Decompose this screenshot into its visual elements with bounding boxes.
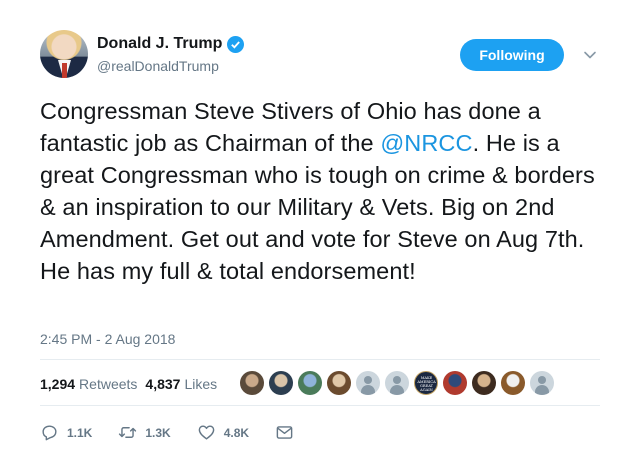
author-display-name[interactable]: Donald J. Trump bbox=[97, 35, 222, 53]
liker-avatar[interactable]: MAKE AMERICA GREAT AGAIN bbox=[414, 371, 438, 395]
retweet-icon bbox=[119, 427, 137, 438]
tweet-timestamp[interactable]: 2:45 PM - 2 Aug 2018 bbox=[40, 331, 175, 347]
liker-avatar[interactable] bbox=[501, 371, 525, 395]
tweet-text: Congressman Steve Stivers of Ohio has do… bbox=[40, 95, 615, 287]
liker-avatar[interactable] bbox=[472, 371, 496, 395]
divider bbox=[40, 405, 600, 406]
author-name-row: Donald J. Trump bbox=[97, 35, 245, 53]
author-avatar[interactable] bbox=[40, 30, 88, 78]
mention-link-nrcc[interactable]: @NRCC bbox=[380, 130, 472, 156]
heart-icon bbox=[198, 425, 215, 440]
chevron-down-icon[interactable] bbox=[583, 48, 597, 62]
following-button[interactable]: Following bbox=[460, 39, 564, 71]
reply-count: 1.1K bbox=[67, 425, 93, 440]
like-count: 4.8K bbox=[223, 425, 250, 440]
retweets-stat[interactable]: 1,294 Retweets bbox=[40, 376, 137, 392]
liker-avatar[interactable] bbox=[269, 371, 293, 395]
liker-avatar[interactable] bbox=[327, 371, 351, 395]
reply-icon bbox=[42, 425, 57, 441]
liker-avatar[interactable] bbox=[298, 371, 322, 395]
divider bbox=[40, 359, 600, 360]
liker-avatar[interactable] bbox=[356, 371, 380, 395]
likes-count: 4,837 bbox=[145, 376, 181, 392]
retweet-action[interactable]: 1.3K bbox=[118, 423, 171, 442]
likes-label: Likes bbox=[184, 376, 218, 392]
liker-logo-text: MAKE AMERICA GREAT AGAIN bbox=[417, 376, 436, 392]
retweets-label: Retweets bbox=[79, 376, 138, 392]
verified-badge-icon bbox=[227, 35, 245, 53]
envelope-icon bbox=[276, 426, 293, 439]
avatar-tie bbox=[62, 63, 67, 78]
liker-avatar[interactable] bbox=[443, 371, 467, 395]
liker-avatar[interactable] bbox=[240, 371, 264, 395]
reply-action[interactable]: 1.1K bbox=[40, 423, 92, 442]
liker-avatar[interactable] bbox=[385, 371, 409, 395]
liker-avatar[interactable] bbox=[530, 371, 554, 395]
direct-message-action[interactable] bbox=[275, 423, 294, 442]
like-action[interactable]: 4.8K bbox=[197, 423, 249, 442]
retweets-count: 1,294 bbox=[40, 376, 76, 392]
tweet-actions: 1.1K 1.3K 4.8K bbox=[40, 423, 320, 442]
retweet-count: 1.3K bbox=[145, 425, 171, 440]
tweet-card: Donald J. Trump @realDonaldTrump Followi… bbox=[0, 0, 639, 473]
engagement-stats: 1,294 Retweets 4,837 Likes bbox=[40, 376, 225, 392]
liker-avatars: MAKE AMERICA GREAT AGAIN bbox=[240, 371, 559, 395]
likes-stat[interactable]: 4,837 Likes bbox=[145, 376, 217, 392]
author-handle[interactable]: @realDonaldTrump bbox=[97, 58, 219, 74]
